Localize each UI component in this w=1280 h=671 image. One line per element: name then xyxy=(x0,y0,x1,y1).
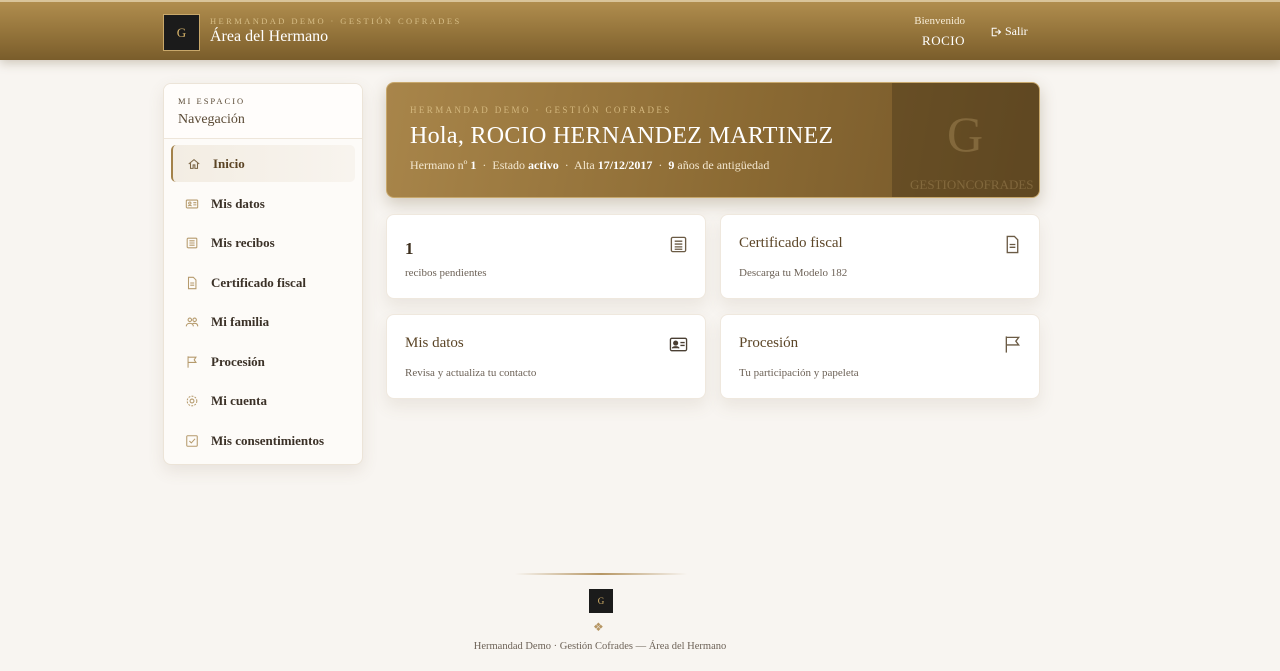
user-name: ROCIO xyxy=(922,33,965,48)
brand-subtitle: HERMANDAD DEMO · GESTIÓN COFRADES xyxy=(210,16,462,26)
card-title: Procesión xyxy=(739,335,799,351)
hero-watermark: G GESTIONCOFRADES xyxy=(892,83,1039,197)
sidebar-item-label: Mi cuenta xyxy=(211,393,267,409)
sidebar-nav: Inicio Mis datos Mis recibos Certificado… xyxy=(164,139,362,464)
footer-logo: G xyxy=(589,589,613,613)
family-icon xyxy=(185,317,199,327)
flag-icon xyxy=(1005,336,1021,353)
gear-icon xyxy=(186,395,198,407)
sidebar-item-mi-cuenta[interactable]: Mi cuenta xyxy=(171,382,355,422)
logout-button[interactable]: Salir xyxy=(990,24,1028,39)
member-number-value: 1 xyxy=(470,158,477,172)
brand-logo-mark: G xyxy=(176,24,187,40)
receipt-icon xyxy=(186,237,198,249)
top-header: G HERMANDAD DEMO · GESTIÓN COFRADES Área… xyxy=(0,0,1280,60)
checkbox-icon xyxy=(186,434,198,447)
sidebar: MI ESPACIO Navegación Inicio Mis datos M… xyxy=(163,83,363,465)
logout-label: Salir xyxy=(1005,24,1028,38)
card-subtitle: Tu participación y papeleta xyxy=(739,367,859,379)
hero-greeting: Hola, ROCIO HERNANDEZ MARTINEZ xyxy=(410,123,834,149)
card-subtitle: recibos pendientes xyxy=(405,267,487,279)
app-title: Área del Hermano xyxy=(210,28,329,45)
meta-separator: · xyxy=(479,158,490,172)
join-date-label: Alta xyxy=(574,158,595,172)
status-value: activo xyxy=(528,158,559,172)
flag-icon xyxy=(187,356,197,368)
card-title: Certificado fiscal xyxy=(739,235,843,251)
sidebar-item-label: Mis datos xyxy=(211,195,265,211)
card-recibos-pendientes[interactable]: 1 recibos pendientes xyxy=(386,214,706,299)
sidebar-item-label: Mis recibos xyxy=(211,235,275,251)
home-icon xyxy=(188,158,200,169)
card-title: 1 xyxy=(405,239,414,258)
sidebar-item-mis-recibos[interactable]: Mis recibos xyxy=(171,224,355,264)
sidebar-item-label: Procesión xyxy=(211,353,265,369)
logout-icon xyxy=(991,27,1002,36)
sidebar-item-label: Mis consentimientos xyxy=(211,432,325,448)
join-date-value: 17/12/2017 xyxy=(597,158,653,172)
brand-logo[interactable]: G xyxy=(163,14,200,51)
card-certificado-fiscal[interactable]: Certificado fiscal Descarga tu Modelo 18… xyxy=(720,214,1040,299)
footer-logo-mark: G xyxy=(597,596,605,606)
welcome-hero: G GESTIONCOFRADES HERMANDAD DEMO · GESTI… xyxy=(386,82,1040,198)
sidebar-item-mis-datos[interactable]: Mis datos xyxy=(171,184,355,224)
id-card-icon xyxy=(185,199,199,209)
sidebar-item-label: Mi familia xyxy=(211,314,270,330)
hero-meta: Hermano nº 1 · Estado activo · Alta 17/1… xyxy=(410,158,769,173)
footer-divider xyxy=(515,573,687,575)
sidebar-item-inicio[interactable]: Inicio xyxy=(171,145,355,182)
sidebar-item-mis-consentimientos[interactable]: Mis consentimientos xyxy=(171,421,355,461)
sidebar-kicker: MI ESPACIO xyxy=(178,96,246,106)
document-icon xyxy=(1006,235,1019,254)
sidebar-item-procesion[interactable]: Procesión xyxy=(171,342,355,382)
member-number-label: Hermano nº xyxy=(410,158,468,172)
id-card-icon xyxy=(669,337,688,352)
meta-separator: · xyxy=(655,158,666,172)
status-label: Estado xyxy=(492,158,526,172)
watermark-text: GESTIONCOFRADES xyxy=(910,177,1034,192)
seniority-value: 9 xyxy=(668,158,675,172)
seniority-label: años de antigüedad xyxy=(677,158,770,172)
sidebar-item-certificado-fiscal[interactable]: Certificado fiscal xyxy=(171,263,355,303)
sidebar-header: MI ESPACIO Navegación xyxy=(164,84,362,139)
watermark-mono: G xyxy=(947,106,984,162)
welcome-label: Bienvenido xyxy=(914,15,965,27)
sidebar-item-label: Inicio xyxy=(213,155,245,171)
card-mis-datos[interactable]: Mis datos Revisa y actualiza tu contacto xyxy=(386,314,706,399)
ornament-icon: ❖ xyxy=(593,620,604,634)
hero-kicker: HERMANDAD DEMO · GESTIÓN COFRADES xyxy=(410,105,672,115)
welcome-block: Bienvenido ROCIO xyxy=(914,15,965,49)
card-procesion[interactable]: Procesión Tu participación y papeleta xyxy=(720,314,1040,399)
card-subtitle: Revisa y actualiza tu contacto xyxy=(405,367,537,379)
receipt-icon xyxy=(670,236,687,253)
meta-separator: · xyxy=(561,158,572,172)
document-icon xyxy=(187,276,197,289)
card-subtitle: Descarga tu Modelo 182 xyxy=(739,267,848,279)
sidebar-item-mi-familia[interactable]: Mi familia xyxy=(171,303,355,343)
sidebar-item-label: Certificado fiscal xyxy=(211,274,306,290)
sidebar-title: Navegación xyxy=(178,112,245,127)
footer-text: Hermandad Demo · Gestión Cofrades — Área… xyxy=(473,641,727,652)
card-title: Mis datos xyxy=(405,335,464,351)
